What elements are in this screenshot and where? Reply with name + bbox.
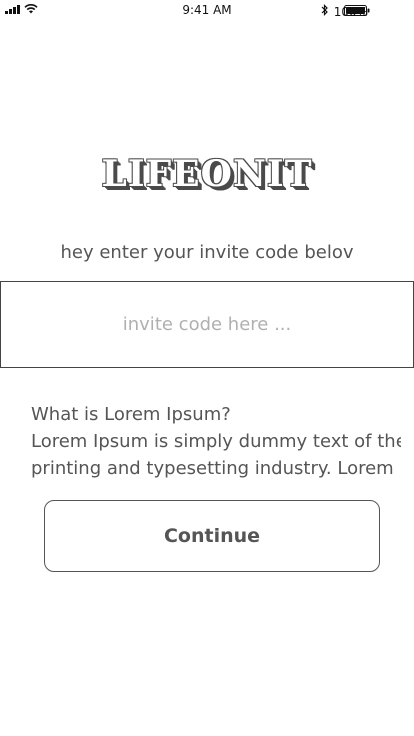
invite-prompt: hey enter your invite code belov bbox=[60, 242, 354, 263]
info-text: What is Lorem Ipsum? Lorem Ipsum is simp… bbox=[31, 401, 401, 482]
info-line: What is Lorem Ipsum? bbox=[31, 404, 231, 425]
invite-code-screen: 9:41 AM 100% LIFEONIT hey enter your inv… bbox=[0, 0, 414, 736]
status-bar: 9:41 AM 100% bbox=[0, 0, 414, 22]
continue-button[interactable]: Continue bbox=[44, 500, 380, 572]
bluetooth-icon bbox=[321, 4, 329, 19]
invite-code-input[interactable] bbox=[1, 281, 413, 368]
invite-code-box[interactable] bbox=[0, 281, 414, 368]
battery-graphic bbox=[344, 5, 370, 19]
info-line: printing and typesetting industry. Lorem bbox=[31, 458, 394, 479]
app-logo: LIFEONIT bbox=[101, 153, 313, 195]
info-line: Lorem Ipsum is simply dummy text of the bbox=[31, 431, 401, 452]
